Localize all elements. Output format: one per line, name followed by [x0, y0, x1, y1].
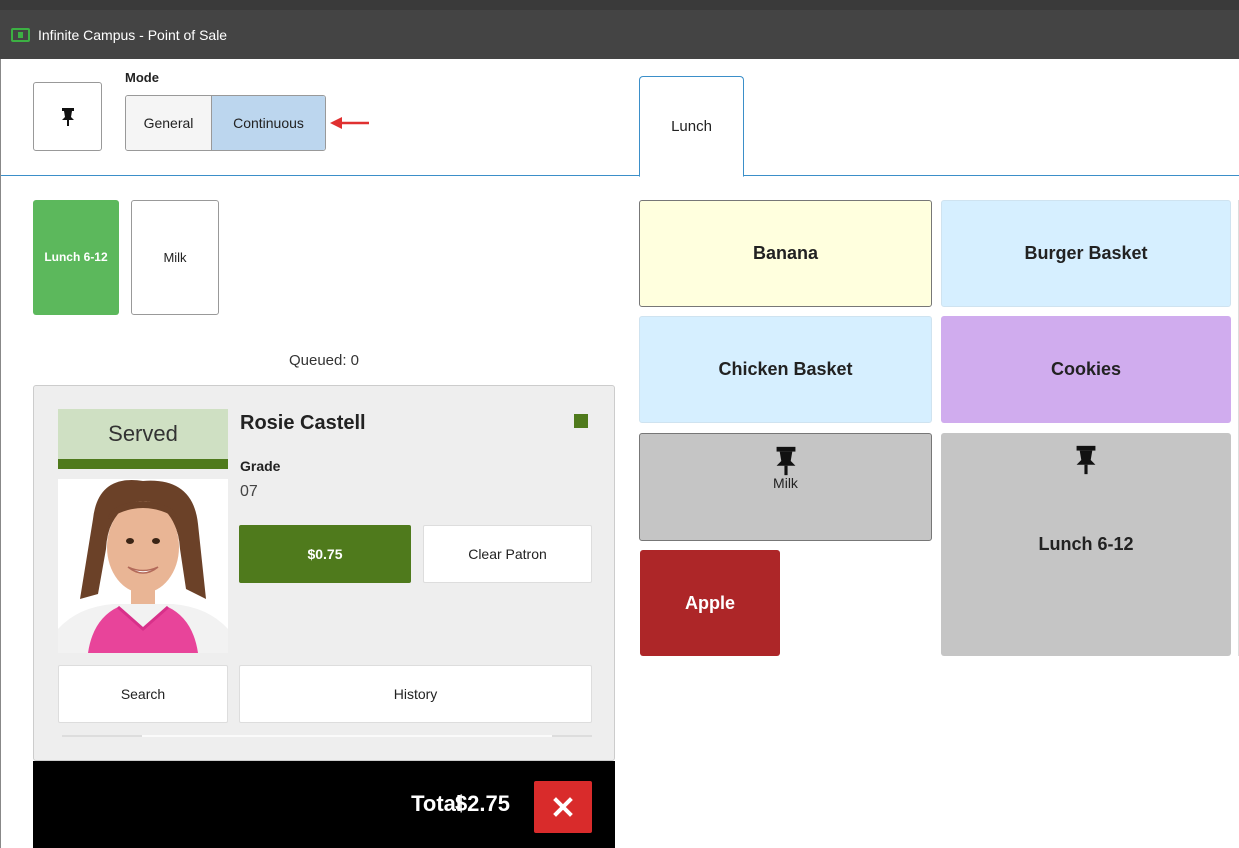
pin-button[interactable]	[33, 82, 102, 151]
total-value: $2.75	[454, 791, 510, 816]
close-icon	[553, 797, 573, 817]
toolbar: Mode General Continuous	[1, 59, 1239, 176]
menu-item-label: Lunch 6-12	[1038, 534, 1134, 554]
grade-value: 07	[240, 483, 258, 500]
history-button[interactable]: History	[239, 665, 592, 723]
quick-button-milk[interactable]: Milk	[131, 200, 219, 315]
pos-window: Mode General Continuous Lunch Lunch 6-12…	[0, 59, 1239, 848]
menu-item-burger-basket[interactable]: Burger Basket	[941, 200, 1231, 307]
window-title: Infinite Campus - Point of Sale	[38, 26, 228, 43]
menu-item-milk[interactable]: Milk	[639, 433, 932, 541]
menu-item-lunch-6-12[interactable]: Lunch 6-12	[941, 433, 1231, 656]
patron-name: Rosie Castell	[240, 412, 366, 434]
balance-button[interactable]: $0.75	[239, 525, 411, 583]
pin-icon	[61, 107, 74, 126]
mode-continuous-button[interactable]: Continuous	[212, 96, 325, 150]
patron-card: Served Rosie Castell Grade 07 $0.75 Clea…	[33, 385, 615, 761]
menu-item-chicken-basket[interactable]: Chicken Basket	[639, 316, 932, 423]
mode-label: Mode	[125, 70, 159, 85]
mode-toggle: General Continuous	[125, 95, 326, 151]
search-button[interactable]: Search	[58, 665, 228, 723]
total-bar: Total $2.75	[33, 761, 615, 848]
status-indicator	[574, 414, 588, 428]
queued-count: Queued: 0	[288, 352, 360, 369]
mode-general-button[interactable]: General	[126, 96, 212, 150]
patron-photo	[58, 479, 228, 653]
menu-item-cookies[interactable]: Cookies	[941, 316, 1231, 423]
menu-item-apple[interactable]: Apple	[640, 550, 780, 656]
annotation-arrow-icon	[330, 117, 369, 129]
title-bar: Infinite Campus - Point of Sale	[0, 0, 1239, 59]
quick-button-lunch[interactable]: Lunch 6-12	[33, 200, 119, 315]
grade-label: Grade	[240, 458, 281, 474]
status-banner: Served	[58, 409, 228, 469]
tab-lunch[interactable]: Lunch	[639, 76, 744, 177]
pin-icon	[776, 446, 795, 476]
void-button[interactable]	[534, 781, 592, 833]
scrollbar[interactable]	[62, 735, 592, 737]
clear-patron-button[interactable]: Clear Patron	[423, 525, 592, 583]
pin-icon	[1076, 445, 1096, 475]
pos-app-icon	[11, 27, 30, 42]
scrollbar-thumb[interactable]	[142, 735, 552, 737]
menu-item-label: Milk	[773, 475, 798, 491]
menu-item-banana[interactable]: Banana	[639, 200, 932, 307]
